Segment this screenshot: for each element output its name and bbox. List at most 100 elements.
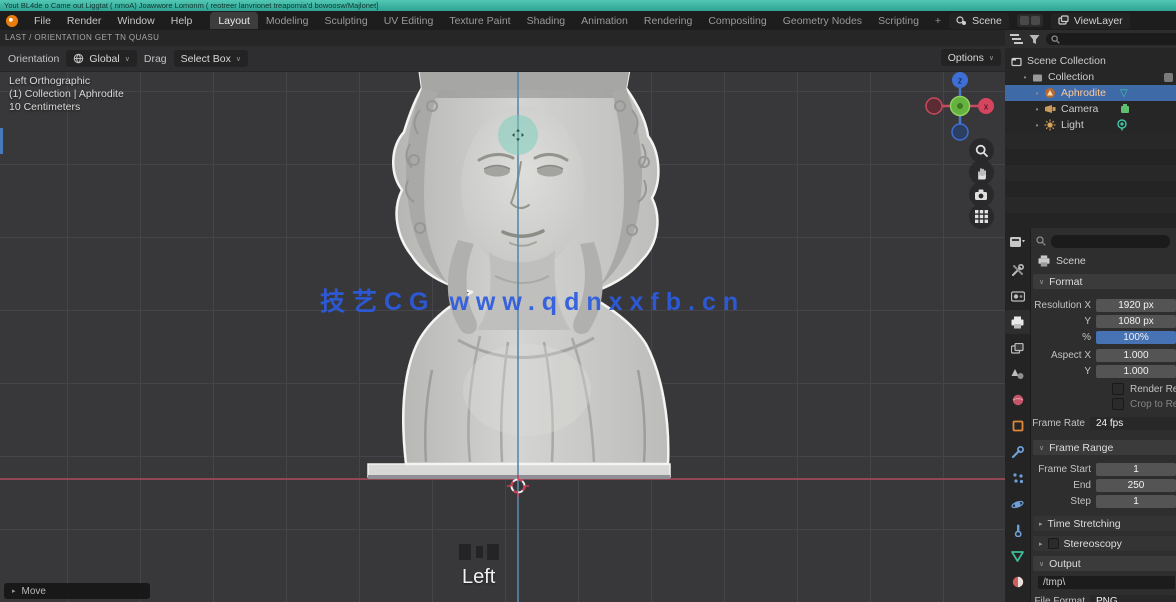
- resolution-y-field[interactable]: 1080 px: [1096, 315, 1176, 328]
- tab-geometry-nodes[interactable]: Geometry Nodes: [775, 12, 870, 29]
- restriction-toggle-icon[interactable]: [1163, 72, 1174, 83]
- disclosure-dot[interactable]: •: [1021, 73, 1029, 82]
- tab-animation[interactable]: Animation: [573, 12, 636, 29]
- menu-window[interactable]: Window: [109, 13, 162, 29]
- options-button[interactable]: Options ∨: [941, 49, 1001, 66]
- tab-tool[interactable]: [1005, 258, 1030, 282]
- tab-output[interactable]: [1005, 310, 1030, 334]
- row-file-format: File Format PNG: [1030, 594, 1176, 602]
- navigation-gizmo[interactable]: x z: [922, 68, 998, 144]
- ortho-toggle-button[interactable]: [969, 204, 994, 229]
- properties-tab-strip: [1005, 228, 1031, 602]
- stereoscopy-checkbox[interactable]: [1048, 538, 1059, 549]
- frame-start-field[interactable]: 1: [1096, 463, 1176, 476]
- tab-texture[interactable]: [1005, 596, 1030, 602]
- resolution-x-field[interactable]: 1920 px: [1096, 299, 1176, 312]
- editor-type-selector[interactable]: [1005, 230, 1030, 254]
- tab-rendering[interactable]: Rendering: [636, 12, 700, 29]
- tab-constraints[interactable]: [1005, 518, 1030, 542]
- operator-redo-panel[interactable]: ▸ Move: [4, 583, 150, 599]
- outliner-item-label[interactable]: Light: [1061, 119, 1084, 131]
- render-icon: [1011, 291, 1025, 302]
- tab-texture-paint[interactable]: Texture Paint: [441, 12, 518, 29]
- outliner-item-label[interactable]: Collection: [1048, 71, 1094, 83]
- resolution-percent-field[interactable]: 100%: [1096, 331, 1176, 344]
- tab-view-layer[interactable]: [1005, 336, 1030, 360]
- section-output[interactable]: ∨ Output: [1033, 556, 1176, 571]
- tab-shading[interactable]: Shading: [519, 12, 574, 29]
- crop-region-checkbox[interactable]: [1112, 398, 1124, 410]
- scene-mini-buttons[interactable]: [1017, 14, 1043, 27]
- search-icon: [1036, 236, 1046, 246]
- collection-info-overlay: (1) Collection | Aphrodite: [9, 88, 124, 100]
- disclosure-dot[interactable]: •: [1033, 89, 1041, 98]
- camera-data-icon[interactable]: [1120, 104, 1132, 114]
- scene-icon: [956, 15, 967, 26]
- mesh-data-icon[interactable]: ▽: [1120, 88, 1128, 99]
- new-scene-button[interactable]: [1020, 16, 1029, 25]
- outliner-row-camera[interactable]: • Camera: [1005, 101, 1176, 117]
- view-layer-icon: [1058, 15, 1069, 26]
- filter-icon[interactable]: [1029, 34, 1040, 45]
- section-stereoscopy[interactable]: ▸ Stereoscopy: [1033, 536, 1176, 551]
- drag-dropdown[interactable]: Select Box ∨: [174, 50, 248, 67]
- tab-particles[interactable]: [1005, 466, 1030, 490]
- viewport-3d[interactable]: LAST / ORIENTATION GET TN QUASU Orientat…: [0, 30, 1006, 602]
- aspect-x-field[interactable]: 1.000: [1096, 349, 1176, 362]
- tab-world[interactable]: [1005, 388, 1030, 412]
- outliner-item-label[interactable]: Scene Collection: [1027, 55, 1106, 67]
- section-format[interactable]: ∨ Format: [1033, 274, 1176, 289]
- section-time-stretching[interactable]: ▸ Time Stretching: [1033, 516, 1176, 531]
- menu-render[interactable]: Render: [59, 13, 109, 29]
- cursor-3d: [507, 475, 529, 497]
- disclosure-dot[interactable]: •: [1033, 105, 1041, 114]
- tab-modeling[interactable]: Modeling: [258, 12, 317, 29]
- output-path-field[interactable]: /tmp\: [1038, 576, 1175, 589]
- tab-material[interactable]: [1005, 570, 1030, 594]
- scene-selector[interactable]: Scene: [949, 13, 1009, 29]
- tab-scripting[interactable]: Scripting: [870, 12, 927, 29]
- outliner-item-label[interactable]: Camera: [1061, 103, 1098, 115]
- outliner-row-aphrodite[interactable]: • Aphrodite ▽: [1005, 85, 1176, 101]
- outliner-row-scene-collection[interactable]: Scene Collection: [1005, 53, 1176, 69]
- search-icon: [1051, 35, 1060, 44]
- outliner-row-light[interactable]: • Light: [1005, 117, 1176, 133]
- view-layer-selector[interactable]: ViewLayer: [1051, 13, 1130, 29]
- properties-search-input[interactable]: [1051, 235, 1170, 248]
- tab-render[interactable]: [1005, 284, 1030, 308]
- tab-scene[interactable]: [1005, 362, 1030, 386]
- render-region-checkbox[interactable]: [1112, 383, 1124, 395]
- blender-logo-icon[interactable]: [6, 15, 18, 27]
- tab-modifiers[interactable]: [1005, 440, 1030, 464]
- outliner-row-collection[interactable]: • Collection: [1005, 69, 1176, 85]
- frame-step-field[interactable]: 1: [1096, 495, 1176, 508]
- top-bar: File Render Window Help Layout Modeling …: [0, 11, 1176, 31]
- menu-file[interactable]: File: [26, 13, 59, 29]
- tab-sculpting[interactable]: Sculpting: [317, 12, 376, 29]
- aspect-y-field[interactable]: 1.000: [1096, 365, 1176, 378]
- tab-object-data[interactable]: [1005, 544, 1030, 568]
- tab-layout[interactable]: Layout: [210, 12, 258, 29]
- frame-rate-dropdown[interactable]: 24 fps: [1090, 417, 1176, 430]
- scene-viewlayer-selectors: Scene ViewLayer: [949, 13, 1130, 29]
- file-format-dropdown[interactable]: PNG: [1090, 595, 1176, 602]
- tab-object[interactable]: [1005, 414, 1030, 438]
- watermark-text: 技艺CG www.qdnxxfb.cn: [320, 282, 745, 318]
- outliner-search-input[interactable]: [1046, 33, 1176, 45]
- frame-end-field[interactable]: 250: [1096, 479, 1176, 492]
- light-data-icon[interactable]: [1116, 119, 1128, 131]
- orientation-dropdown[interactable]: Global ∨: [66, 50, 136, 67]
- tab-physics[interactable]: [1005, 492, 1030, 516]
- add-workspace-button[interactable]: +: [927, 12, 949, 29]
- tab-compositing[interactable]: Compositing: [700, 12, 774, 29]
- tab-uv-editing[interactable]: UV Editing: [376, 12, 442, 29]
- section-frame-range[interactable]: ∨ Frame Range: [1033, 440, 1176, 455]
- unlink-scene-button[interactable]: [1031, 16, 1040, 25]
- disclosure-dot[interactable]: •: [1033, 121, 1041, 130]
- properties-search[interactable]: [1036, 234, 1170, 248]
- outliner-item-label[interactable]: Aphrodite: [1061, 87, 1106, 99]
- view-layer-tab-icon: [1011, 343, 1024, 354]
- menu-help[interactable]: Help: [163, 13, 201, 29]
- chevron-down-icon: ∨: [1039, 278, 1044, 286]
- outliner-editor-icon[interactable]: [1010, 34, 1023, 45]
